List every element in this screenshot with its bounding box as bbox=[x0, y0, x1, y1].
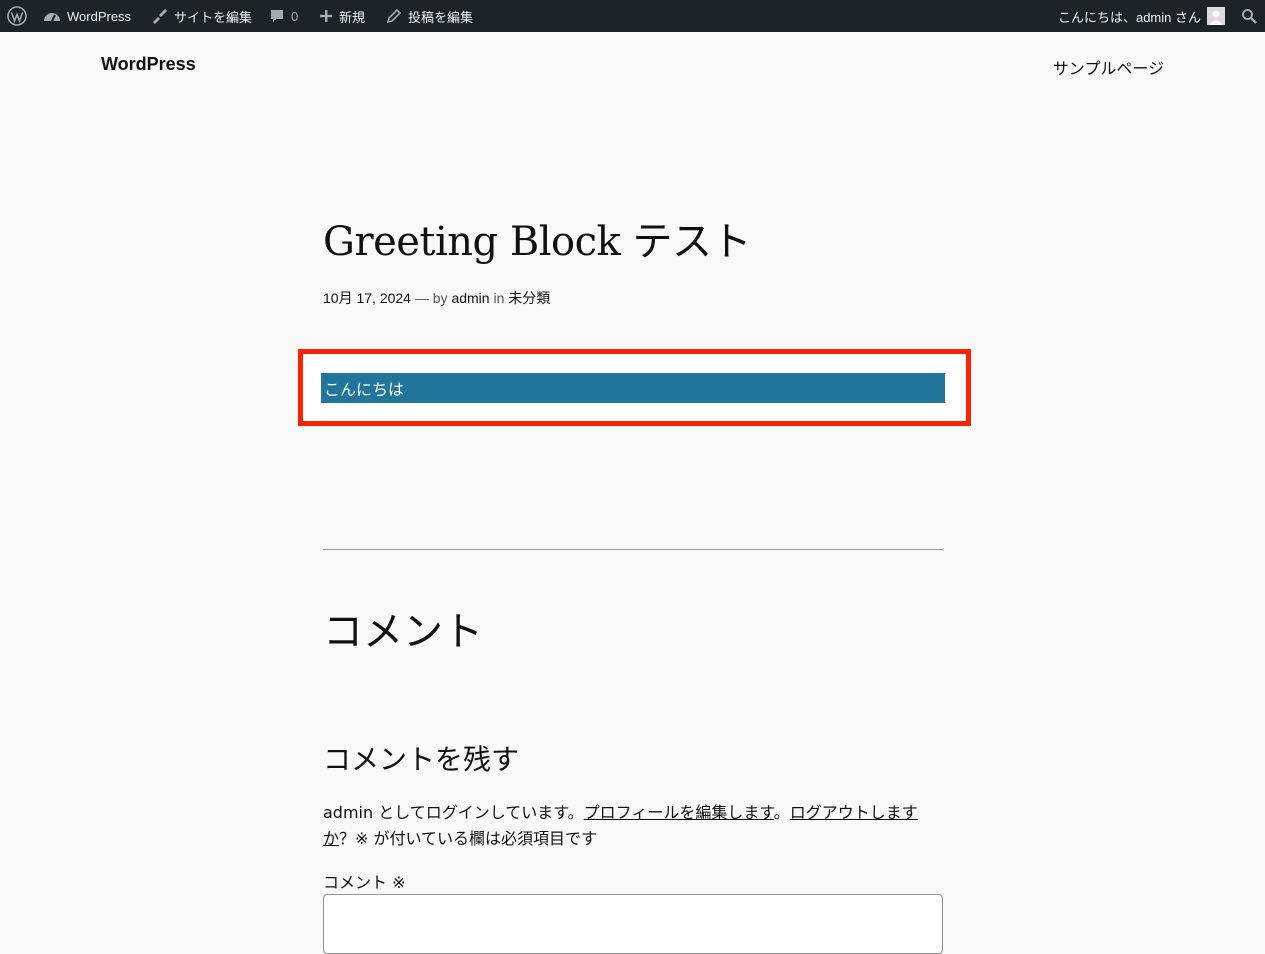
wordpress-logo-icon bbox=[7, 6, 27, 26]
post-date[interactable]: 10月 17, 2024 bbox=[323, 290, 411, 306]
comment-bubble-icon bbox=[269, 8, 285, 24]
site-name-label: WordPress bbox=[67, 8, 132, 24]
new-label: 新規 bbox=[339, 9, 366, 25]
nav-item-sample-page[interactable]: サンプルページ bbox=[1053, 55, 1164, 79]
period: 。 bbox=[773, 803, 790, 822]
search-icon bbox=[1241, 8, 1257, 24]
edit-post-link[interactable]: 投稿を編集 bbox=[386, 0, 473, 32]
comments-link[interactable]: 0 bbox=[269, 0, 298, 32]
site-name-menu[interactable]: WordPress bbox=[43, 0, 131, 32]
pencil-icon bbox=[386, 8, 402, 24]
user-avatar-icon bbox=[1207, 7, 1225, 25]
comment-textarea[interactable] bbox=[323, 894, 943, 954]
new-content-menu[interactable]: 新規 bbox=[319, 0, 365, 32]
post-category[interactable]: 未分類 bbox=[508, 290, 550, 306]
comment-label: コメント ※ bbox=[323, 873, 406, 892]
dashboard-icon bbox=[43, 8, 61, 24]
meta-by: by bbox=[432, 290, 448, 306]
meta-in: in bbox=[493, 290, 505, 306]
wp-logo-menu[interactable] bbox=[7, 0, 27, 32]
search-button[interactable] bbox=[1241, 0, 1257, 32]
account-greeting: こんにちは、admin さん bbox=[1057, 9, 1201, 25]
my-account-menu[interactable]: こんにちは、admin さん bbox=[1058, 0, 1225, 32]
required-note: ？※ が付いている欄は必須項目です bbox=[339, 829, 598, 848]
edit-site-link[interactable]: サイトを編集 bbox=[150, 0, 252, 32]
edit-post-label: 投稿を編集 bbox=[408, 9, 474, 25]
separator bbox=[323, 549, 943, 550]
post-author[interactable]: admin bbox=[451, 290, 489, 306]
comments-heading: コメント bbox=[323, 609, 483, 655]
post-title: Greeting Block テスト bbox=[323, 219, 752, 265]
edit-site-label: サイトを編集 bbox=[174, 9, 253, 25]
meta-dash: — bbox=[414, 290, 429, 306]
admin-bar: WordPress サイトを編集 0 新規 投稿を編集 こんにちは、admin … bbox=[0, 0, 1265, 32]
plus-icon bbox=[319, 9, 333, 23]
greeting-block: こんにちは bbox=[321, 373, 945, 403]
brush-icon bbox=[150, 7, 168, 25]
logged-in-prefix: admin としてログインしています。 bbox=[323, 803, 584, 822]
edit-profile-link[interactable]: プロフィールを編集します bbox=[584, 803, 774, 822]
logged-in-as: admin としてログインしています。プロフィールを編集します。ログアウトします… bbox=[323, 800, 943, 852]
post-meta: 10月 17, 2024 — by admin in 未分類 bbox=[323, 288, 550, 308]
reply-heading: コメントを残す bbox=[323, 743, 520, 776]
site-title[interactable]: WordPress bbox=[101, 54, 196, 75]
comment-count: 0 bbox=[291, 8, 299, 24]
